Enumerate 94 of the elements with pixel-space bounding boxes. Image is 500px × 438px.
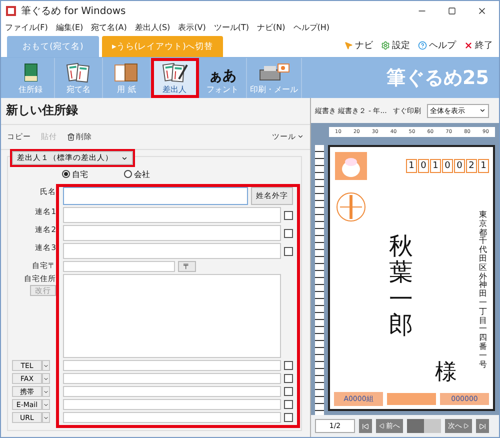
menu-item[interactable]: ヘルプ(H) xyxy=(293,22,330,33)
toolbar-label: 差出人 xyxy=(162,84,186,95)
first-page-icon xyxy=(362,422,369,430)
last-page-icon xyxy=(479,422,486,430)
left-triangle-icon xyxy=(379,423,385,429)
menu-item[interactable]: 編集(E) xyxy=(56,22,84,33)
caret-icon xyxy=(43,362,49,368)
link-label: 終了 xyxy=(475,40,493,52)
dropdown-arrow-button[interactable] xyxy=(42,386,50,397)
menu-item[interactable]: ファイル(F) xyxy=(5,22,48,33)
caret-icon xyxy=(43,388,49,394)
page-slider[interactable] xyxy=(407,419,441,433)
settings-icon xyxy=(381,41,390,50)
right-triangle-icon xyxy=(463,423,469,429)
toolbar-button[interactable]: 差出人 xyxy=(151,58,199,98)
caret-icon xyxy=(478,107,486,114)
checkbox[interactable] xyxy=(284,228,293,238)
checkbox[interactable] xyxy=(284,361,293,370)
menu-item[interactable]: 宛て名(A) xyxy=(91,22,127,33)
menu-item[interactable]: 差出人(S) xyxy=(134,22,170,33)
link-label: ナビ xyxy=(355,40,373,52)
header-link[interactable]: 終了 xyxy=(464,39,493,52)
checkbox[interactable] xyxy=(284,400,293,409)
toolbar-label: 用 紙 xyxy=(117,84,136,95)
dropdown-arrow-button[interactable] xyxy=(42,360,50,371)
zip-digit: 1 xyxy=(478,159,489,173)
caret-icon xyxy=(43,414,49,420)
paper-icon xyxy=(112,63,140,83)
stamp-drawing xyxy=(334,151,368,181)
joint-name-field[interactable] xyxy=(63,207,281,223)
app-logo: 筆ぐるめ25 xyxy=(386,66,490,91)
toolbar-label: 宛て名 xyxy=(66,84,90,95)
toolbar-label: 印刷・メール xyxy=(250,84,298,95)
caret-icon xyxy=(297,133,304,140)
zip-digit: 2 xyxy=(466,159,477,173)
caret-icon xyxy=(121,154,128,162)
caret-icon xyxy=(43,376,49,382)
menu-item[interactable]: ツール(T) xyxy=(214,22,250,33)
contact-field[interactable] xyxy=(63,399,281,410)
recipient-name: 秋葉一郎 xyxy=(389,233,413,342)
app-icon xyxy=(5,5,17,17)
dropdown-arrow-button[interactable] xyxy=(42,412,50,423)
slider-thumb[interactable] xyxy=(407,419,424,433)
dropdown-arrow-button[interactable] xyxy=(42,373,50,384)
contact-field[interactable] xyxy=(63,412,281,423)
lottery-mark xyxy=(387,393,436,405)
caret-icon xyxy=(43,402,49,408)
header-link[interactable]: ナビ xyxy=(344,39,373,52)
window-title: 筆ぐるめ for Windows xyxy=(21,5,127,18)
zip-digit: 0 xyxy=(418,159,429,173)
dropdown-arrow-button[interactable] xyxy=(42,399,50,410)
joint-name-field[interactable] xyxy=(63,243,281,259)
contact-field[interactable] xyxy=(63,386,281,397)
menu-item[interactable]: ナビ(N) xyxy=(257,22,286,33)
toolbar-label: フォント xyxy=(206,84,238,95)
postcard-pen-icon xyxy=(160,63,188,83)
joint-name-field[interactable] xyxy=(63,225,281,241)
zip-digit: 1 xyxy=(430,159,441,173)
zip-field[interactable] xyxy=(63,261,175,272)
checkbox[interactable] xyxy=(284,246,293,256)
printer-icon xyxy=(258,63,290,83)
help-icon xyxy=(418,41,427,50)
checkbox[interactable] xyxy=(284,210,293,220)
checkbox[interactable] xyxy=(284,374,293,383)
postcard-icon xyxy=(64,63,92,83)
pointer-icon xyxy=(344,41,353,50)
honorific: 様 xyxy=(435,360,457,385)
name-field[interactable] xyxy=(63,187,248,205)
first-page-button[interactable] xyxy=(359,419,372,433)
contact-field[interactable] xyxy=(63,373,281,384)
close-icon xyxy=(477,6,487,16)
address-field[interactable] xyxy=(63,274,281,358)
panel-title: 新しい住所録 xyxy=(1,98,310,125)
last-page-button[interactable] xyxy=(476,419,489,433)
toolbar-label: 住所録 xyxy=(18,84,42,95)
header-link[interactable]: 設定 xyxy=(381,39,410,52)
header-link[interactable]: ヘルプ xyxy=(418,39,456,52)
link-label: ヘルプ xyxy=(429,39,456,52)
contact-field[interactable] xyxy=(63,360,281,371)
checkbox[interactable] xyxy=(284,413,293,422)
close-icon xyxy=(464,41,473,50)
checkbox[interactable] xyxy=(284,387,293,396)
menu-item[interactable]: 表示(V) xyxy=(178,22,206,33)
link-label: 設定 xyxy=(392,40,410,52)
zip-digit: 1 xyxy=(406,159,417,173)
font-icon: ぁあ xyxy=(208,69,236,83)
trash-icon xyxy=(67,132,75,141)
radio-option[interactable]: 会社 xyxy=(124,168,150,180)
radio-option[interactable]: 自宅 xyxy=(62,168,88,180)
maximize-icon xyxy=(448,7,456,15)
zip-digit: 0 xyxy=(454,159,465,173)
recipient-address: 東京都千代田区外神田一丁目一四番一号 xyxy=(479,211,487,371)
zip-digit: 0 xyxy=(442,159,453,173)
book-icon xyxy=(22,63,40,83)
